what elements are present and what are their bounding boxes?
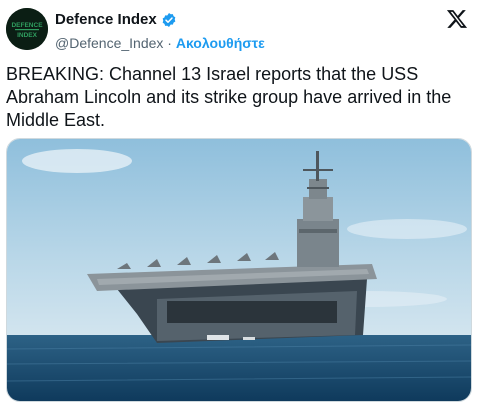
author-display-name[interactable]: Defence Index xyxy=(55,11,157,29)
follow-button[interactable]: Ακολουθήστε xyxy=(176,35,265,51)
separator-dot: · xyxy=(167,35,172,51)
avatar-text-top: DEFENCE xyxy=(11,22,43,29)
author-name-row: Defence Index xyxy=(55,11,177,29)
tweet-text: BREAKING: Channel 13 Israel reports that… xyxy=(6,64,452,130)
author-handle-row: @Defence_Index · Ακολουθήστε xyxy=(55,34,265,52)
aircraft-carrier-photo xyxy=(7,139,471,401)
author-handle[interactable]: @Defence_Index xyxy=(55,35,163,51)
tweet-media-photo[interactable] xyxy=(6,138,472,402)
verified-badge-icon xyxy=(161,12,177,28)
x-logo-icon[interactable] xyxy=(446,8,468,30)
avatar-text-bottom: INDEX xyxy=(17,32,38,39)
avatar[interactable]: DEFENCE INDEX xyxy=(6,8,48,50)
avatar-logo: DEFENCE INDEX xyxy=(6,8,48,50)
